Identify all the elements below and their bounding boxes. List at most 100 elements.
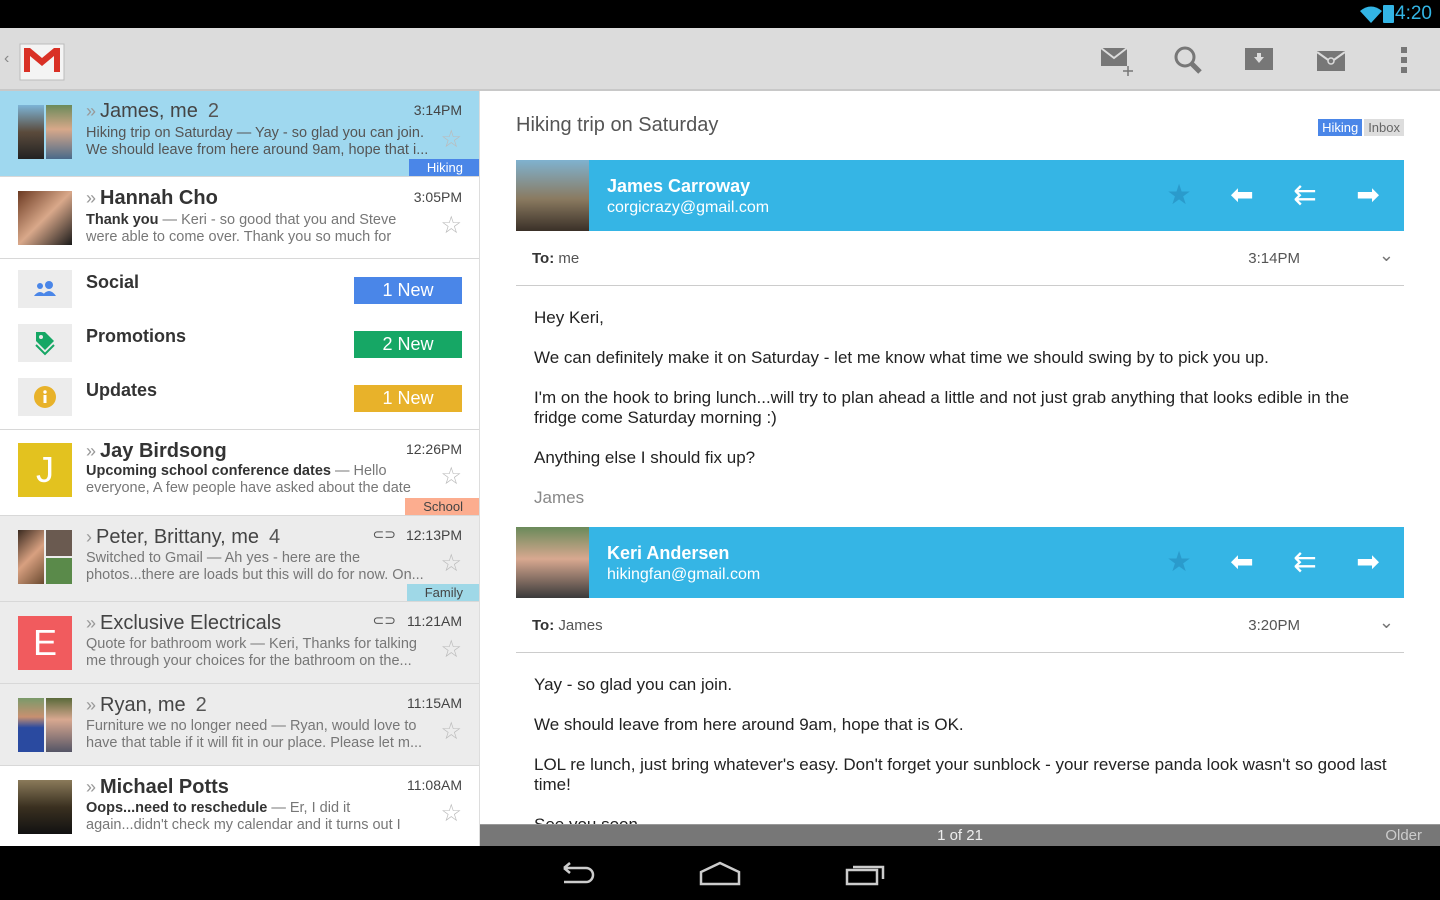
message-recipients[interactable]: To: James 3:20PM ⌄ xyxy=(516,598,1404,653)
pager-bar: 1 of 21 Older xyxy=(480,824,1440,846)
star-icon[interactable]: ☆ xyxy=(440,717,462,746)
importance-marker-icon: » xyxy=(86,441,97,461)
snippet: Upcoming school conference dates — Hello… xyxy=(86,463,411,496)
conversation-row[interactable]: » Ryan, me 2 11:15AM Furniture we no longe… xyxy=(0,684,479,766)
sender-name: Peter, Brittany, me xyxy=(96,526,260,548)
sender-name: Keri Andersen xyxy=(607,543,730,563)
reply-icon[interactable]: ⬅ xyxy=(1225,545,1259,579)
snippet: Oops...need to reschedule — Er, I did it… xyxy=(86,800,401,833)
star-icon[interactable]: ☆ xyxy=(440,211,462,240)
star-icon[interactable]: ☆ xyxy=(440,549,462,578)
timestamp: 12:13PM xyxy=(405,527,462,543)
updates-info-icon xyxy=(34,386,56,408)
sender-photo xyxy=(516,160,589,231)
up-caret-icon[interactable]: ‹ xyxy=(4,50,9,68)
forward-icon[interactable]: ➡ xyxy=(1351,178,1385,212)
category-updates[interactable]: Updates 1 New xyxy=(0,378,479,416)
sender-name: Jay Birdsong xyxy=(100,440,227,462)
new-count-badge: 1 New xyxy=(354,277,462,304)
timestamp: 11:21AM xyxy=(407,613,462,629)
conversation-row[interactable]: E » Exclusive Electricals ⊂⊃ 11:21AM Quot… xyxy=(0,602,479,684)
star-icon[interactable]: ☆ xyxy=(440,462,462,491)
avatar xyxy=(18,780,72,834)
sender-name: James Carroway xyxy=(607,176,751,196)
overflow-menu-icon[interactable] xyxy=(1386,42,1422,78)
sender-photo xyxy=(516,527,589,598)
gmail-logo[interactable] xyxy=(16,36,66,82)
conversation-row[interactable]: J » Jay Birdsong 12:26PM Upcoming school … xyxy=(0,430,479,516)
category-social[interactable]: Social 1 New xyxy=(0,270,479,308)
sender-name: Michael Potts xyxy=(100,776,229,798)
importance-marker-icon: » xyxy=(86,101,97,121)
snippet: Quote for bathroom work — Keri, Thanks f… xyxy=(86,636,417,669)
avatar: E xyxy=(18,616,72,670)
message-header[interactable]: Keri Andersen hikingfan@gmail.com ★ ⬅ ⇇ … xyxy=(516,527,1404,598)
message-time: 3:14PM xyxy=(1248,250,1300,267)
message-count: 4 xyxy=(269,526,281,548)
timestamp: 12:26PM xyxy=(405,441,462,457)
star-icon[interactable]: ☆ xyxy=(440,799,462,828)
mark-unread-icon[interactable] xyxy=(1314,42,1350,78)
label-badge: Hiking xyxy=(408,159,479,176)
star-icon[interactable]: ★ xyxy=(1162,545,1196,579)
star-icon[interactable]: ☆ xyxy=(440,125,462,154)
avatar xyxy=(18,698,72,752)
clock: 4:20 xyxy=(1395,3,1432,24)
archive-icon[interactable] xyxy=(1242,42,1278,78)
category-promotions[interactable]: Promotions 2 New xyxy=(0,324,479,362)
battery-icon xyxy=(1383,5,1394,23)
action-bar: ‹ xyxy=(0,28,1440,91)
back-icon[interactable] xyxy=(554,860,598,888)
social-people-icon xyxy=(34,281,56,296)
status-bar: 4:20 xyxy=(0,0,1440,28)
avatar xyxy=(18,191,72,245)
importance-marker-icon: » xyxy=(86,613,97,633)
label-badge: School xyxy=(405,498,479,515)
snippet: Switched to Gmail — Ah yes - here are th… xyxy=(86,550,424,583)
importance-marker-icon: » xyxy=(86,695,97,715)
navigation-bar xyxy=(0,846,1440,900)
conversation-labels: Hiking Inbox xyxy=(1318,119,1404,136)
avatar xyxy=(18,105,72,159)
home-icon[interactable] xyxy=(698,860,742,888)
sender-name: James, me xyxy=(100,100,198,122)
timestamp: 3:05PM xyxy=(413,189,462,205)
search-icon[interactable] xyxy=(1170,42,1206,78)
older-button[interactable]: Older xyxy=(1385,827,1422,844)
label-badge: Family xyxy=(406,584,479,601)
conversation-row[interactable]: › Peter, Brittany, me 4 ⊂⊃ 12:13PM Switche… xyxy=(0,516,479,602)
chevron-down-icon[interactable]: ⌄ xyxy=(1379,245,1394,266)
conversation-row[interactable]: » Michael Potts 11:08AM Oops...need to re… xyxy=(0,766,479,846)
conversation-row[interactable]: » James, me 2 3:14PM Hiking trip on Saturd… xyxy=(0,91,479,177)
timestamp: 3:14PM xyxy=(413,102,462,118)
snippet: Furniture we no longer need — Ryan, woul… xyxy=(86,718,423,751)
message-count: 2 xyxy=(207,100,219,122)
label-hiking[interactable]: Hiking xyxy=(1318,119,1363,136)
label-inbox[interactable]: Inbox xyxy=(1364,119,1404,136)
star-icon[interactable]: ★ xyxy=(1162,178,1196,212)
importance-marker-icon: » xyxy=(86,188,97,208)
reply-all-icon[interactable]: ⇇ xyxy=(1288,178,1322,212)
star-icon[interactable]: ☆ xyxy=(440,635,462,664)
chevron-down-icon[interactable]: ⌄ xyxy=(1379,612,1394,633)
sender-email: hikingfan@gmail.com xyxy=(607,566,761,583)
category-section: Social 1 New Promotions 2 New Updates 1 … xyxy=(0,259,479,430)
reply-icon[interactable]: ⬅ xyxy=(1225,178,1259,212)
pager-position: 1 of 21 xyxy=(937,827,983,844)
sender-name: Hannah Cho xyxy=(100,187,218,209)
attachment-icon: ⊂⊃ xyxy=(372,526,396,542)
reply-all-icon[interactable]: ⇇ xyxy=(1288,545,1322,579)
new-count-badge: 2 New xyxy=(354,331,462,358)
message-recipients[interactable]: To: me 3:14PM ⌄ xyxy=(516,231,1404,286)
compose-icon[interactable] xyxy=(1100,42,1136,78)
conversation-view: Hiking trip on Saturday Hiking Inbox Jam… xyxy=(480,91,1440,824)
snippet: Thank you — Keri - so good that you and … xyxy=(86,212,397,245)
message-count: 2 xyxy=(195,694,207,716)
message-header[interactable]: James Carroway corgicrazy@gmail.com ★ ⬅ … xyxy=(516,160,1404,231)
conversation-row[interactable]: » Hannah Cho 3:05PM Thank you — Keri - so… xyxy=(0,177,479,259)
conversation-list: » James, me 2 3:14PM Hiking trip on Saturd… xyxy=(0,91,480,846)
avatar: J xyxy=(18,443,72,497)
recent-apps-icon[interactable] xyxy=(843,860,887,888)
avatar xyxy=(18,530,72,584)
forward-icon[interactable]: ➡ xyxy=(1351,545,1385,579)
